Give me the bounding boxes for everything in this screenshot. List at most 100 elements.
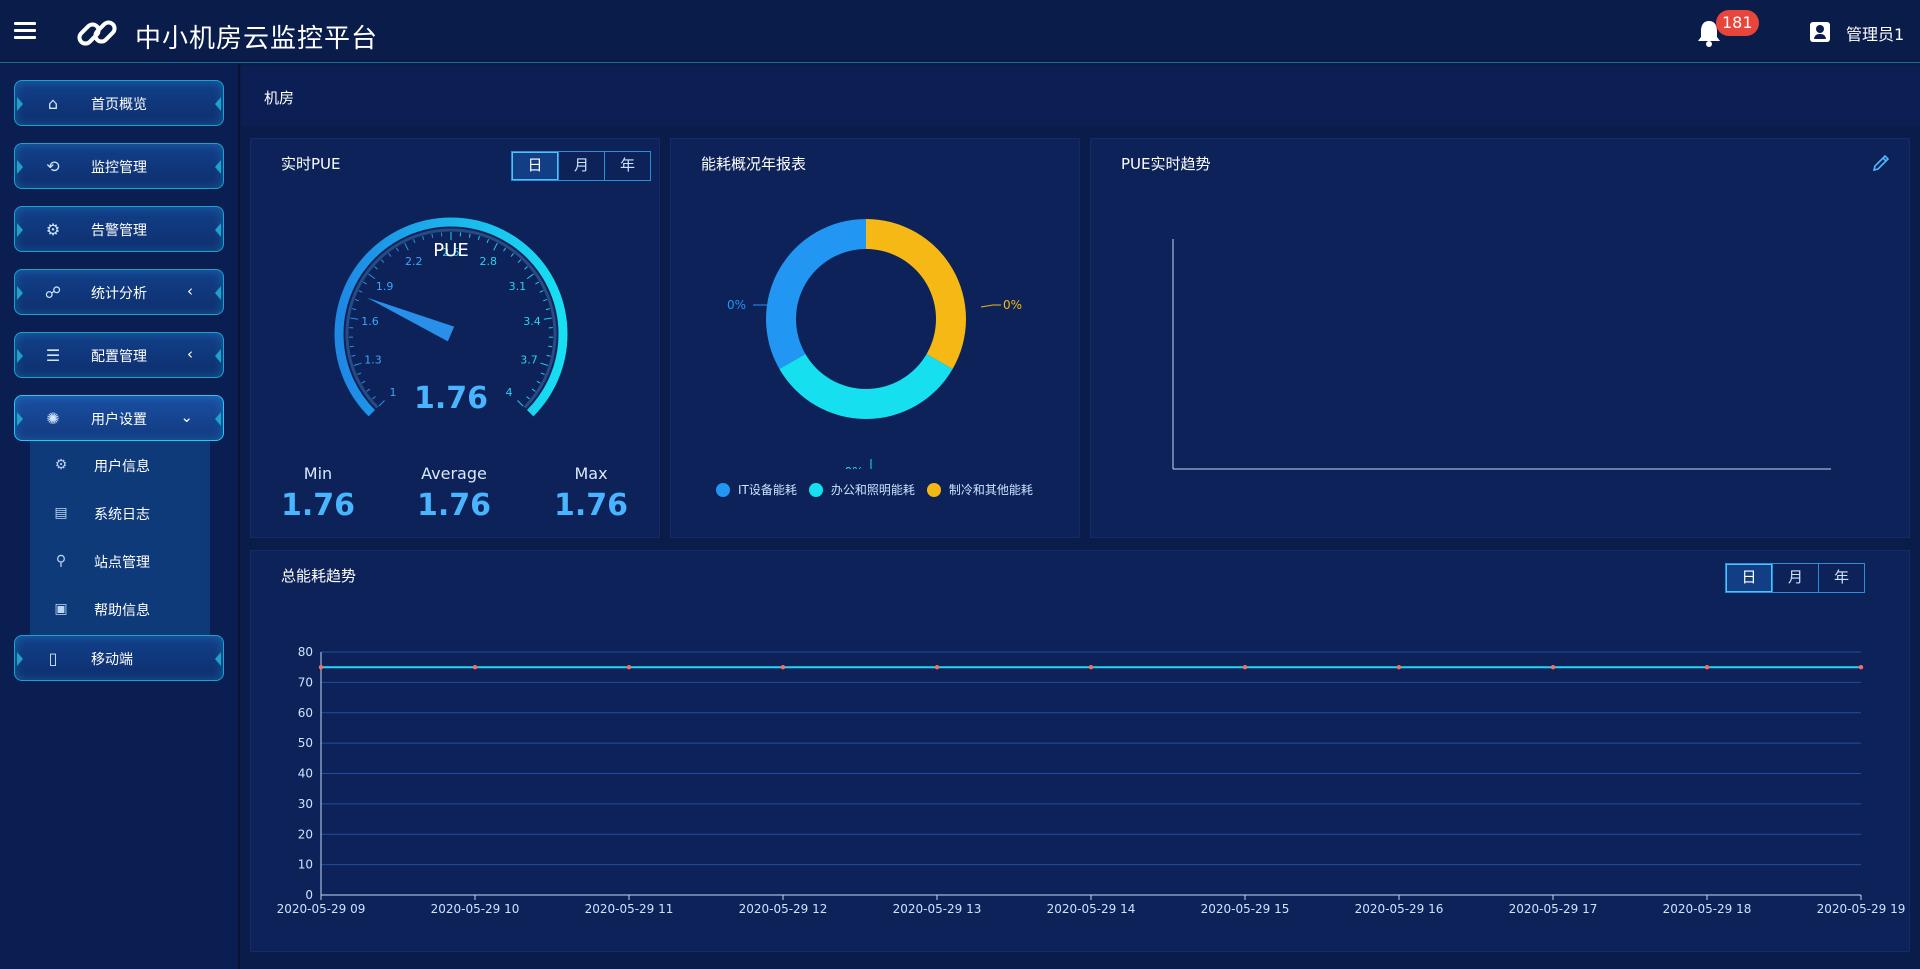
x-tick-label: 2020-05-29 17: [1509, 902, 1598, 916]
sidebar-item-home[interactable]: ⌂ 首页概览: [14, 80, 224, 126]
stat-average-value: 1.76: [416, 488, 492, 523]
tab-day[interactable]: 日: [512, 152, 558, 180]
submenu-item-help[interactable]: ▣ 帮助信息: [30, 585, 210, 633]
series-point: [1550, 664, 1556, 670]
gauge-tick: [353, 362, 362, 366]
gauge-tick-label: 2.8: [479, 255, 497, 268]
series-point: [1396, 664, 1402, 670]
gauge-tick: [366, 388, 371, 392]
submenu-item-label: 站点管理: [94, 555, 150, 571]
sidebar-item-label: 用户设置: [91, 412, 147, 428]
legend-item-it[interactable]: IT设备能耗: [716, 481, 797, 498]
pue-trend-axes: [1172, 239, 1831, 470]
sidebar-item-label: 首页概览: [91, 97, 147, 113]
stats-icon: ☍: [44, 283, 62, 302]
series-point: [1242, 664, 1248, 670]
sidebar-item-monitor[interactable]: ⟲ 监控管理: [14, 143, 224, 189]
gauge-tick-label: 3.1: [509, 280, 526, 293]
user-icon[interactable]: [1810, 22, 1830, 42]
chevron-down-icon: ⌄: [180, 408, 193, 426]
gauge-tick-label: 1.6: [361, 315, 379, 328]
donut-slice-1: [779, 354, 953, 419]
legend-label: IT设备能耗: [738, 483, 797, 497]
donut-slice-2: [866, 219, 966, 369]
legend-item-office[interactable]: 办公和照明能耗: [808, 481, 915, 498]
gauge-tick: [380, 259, 385, 263]
tab-month[interactable]: 月: [558, 152, 604, 180]
stat-max-label: Max: [574, 464, 608, 483]
submenu-item-label: 用户信息: [94, 459, 150, 475]
x-tick-label: 2020-05-29 15: [1201, 902, 1290, 916]
legend-dot: [808, 482, 823, 497]
gauge-tick: [539, 290, 544, 293]
x-tick-label: 2020-05-29 19: [1817, 902, 1906, 916]
sidebar-item-label: 监控管理: [91, 160, 147, 176]
menu-icon[interactable]: [14, 22, 36, 40]
gauge-tick: [358, 290, 363, 293]
site-icon: ⚲: [55, 553, 67, 569]
sidebar-item-alarm[interactable]: ⚙ 告警管理: [14, 206, 224, 252]
gauge-tick: [531, 388, 536, 392]
x-tick-label: 2020-05-29 14: [1047, 902, 1136, 916]
gauge-tick: [362, 281, 367, 285]
pue-period-tabs: 日 月 年: [511, 151, 651, 181]
gauge-tick-label: 1.3: [364, 353, 382, 366]
gauge-tick: [412, 238, 416, 244]
gauge-pointer: [366, 297, 455, 342]
series-point: [934, 664, 940, 670]
gauge-value: 1.76: [414, 381, 488, 416]
sidebar-item-mobile[interactable]: ▯ 移动端: [14, 635, 224, 681]
alarm-icon: ⚙: [45, 220, 61, 239]
gauge-tick: [493, 242, 498, 251]
legend-item-cooling[interactable]: 制冷和其他能耗: [926, 481, 1033, 498]
sidebar-item-label: 移动端: [91, 652, 133, 668]
gauge-tick: [536, 380, 541, 384]
donut-label-line: [980, 304, 1001, 308]
gauge-tick: [535, 281, 540, 285]
gauge-tick: [349, 345, 354, 348]
sidebar-item-stats[interactable]: ☍ 统计分析 ‹: [14, 269, 224, 315]
gauge-tick: [352, 308, 357, 311]
sidebar-item-user-settings[interactable]: ✺ 用户设置 ⌄: [14, 395, 224, 441]
stat-min-value: 1.76: [280, 488, 356, 523]
donut-slice-label: 0%: [844, 465, 863, 469]
x-tick-label: 2020-05-29 18: [1663, 902, 1752, 916]
user-settings-submenu: ⚙ 用户信息 ▤ 系统日志 ⚲ 站点管理 ▣ 帮助信息: [30, 441, 210, 636]
total-energy-line-chart: 0 10 20 30 40 50 60 70 80 2020-05-29 09 2020-05-29…: [277, 645, 1906, 916]
gauge-tick: [540, 372, 545, 375]
sidebar-item-label: 统计分析: [91, 286, 147, 302]
donut-slice-label: 0%: [727, 298, 746, 312]
legend-label: 办公和照明能耗: [830, 483, 915, 497]
gauge-tick: [422, 235, 425, 241]
link-logo-icon: [77, 20, 117, 46]
series-point: [1704, 664, 1710, 670]
monitor-icon: ⟲: [46, 157, 60, 176]
gauge-tick: [368, 273, 376, 280]
sidebar-item-label: 告警管理: [91, 223, 147, 239]
gauge-tick: [548, 345, 553, 348]
user-name[interactable]: 管理员1: [1846, 21, 1904, 45]
y-tick-label: 40: [298, 767, 313, 781]
stat-min-label: Min: [303, 464, 333, 483]
submenu-item-site-management[interactable]: ⚲ 站点管理: [30, 537, 210, 585]
submenu-item-user-info[interactable]: ⚙ 用户信息: [30, 441, 210, 489]
stat-max-value: 1.76: [553, 488, 629, 523]
gauge-tick: [545, 308, 550, 311]
gauge-tick: [388, 253, 392, 257]
gauge-tick: [351, 354, 356, 357]
energy-report-panel: 能耗概况年报表 0% 0% 0% IT设备能耗 办公和照明能耗 制冷和其他能耗: [670, 138, 1080, 538]
breadcrumb-bar: 机房: [242, 66, 1920, 126]
panel-title: 能耗概况年报表: [701, 155, 807, 173]
submenu-item-system-log[interactable]: ▤ 系统日志: [30, 489, 210, 537]
donut-slice-0: [766, 219, 866, 369]
sidebar-item-config[interactable]: ☰ 配置管理 ‹: [14, 332, 224, 378]
legend-label: 制冷和其他能耗: [948, 483, 1033, 497]
tab-year[interactable]: 年: [604, 152, 650, 180]
pue-gauge: 11.31.61.92.22.52.83.13.43.74PUE1.76: [334, 217, 568, 417]
legend-dot: [716, 482, 730, 497]
series-point: [1088, 664, 1094, 670]
gauge-tick: [395, 247, 399, 252]
gauge-tick-label: 1.9: [376, 280, 394, 293]
x-tick-label: 2020-05-29 11: [585, 902, 674, 916]
y-tick-label: 70: [298, 675, 313, 689]
